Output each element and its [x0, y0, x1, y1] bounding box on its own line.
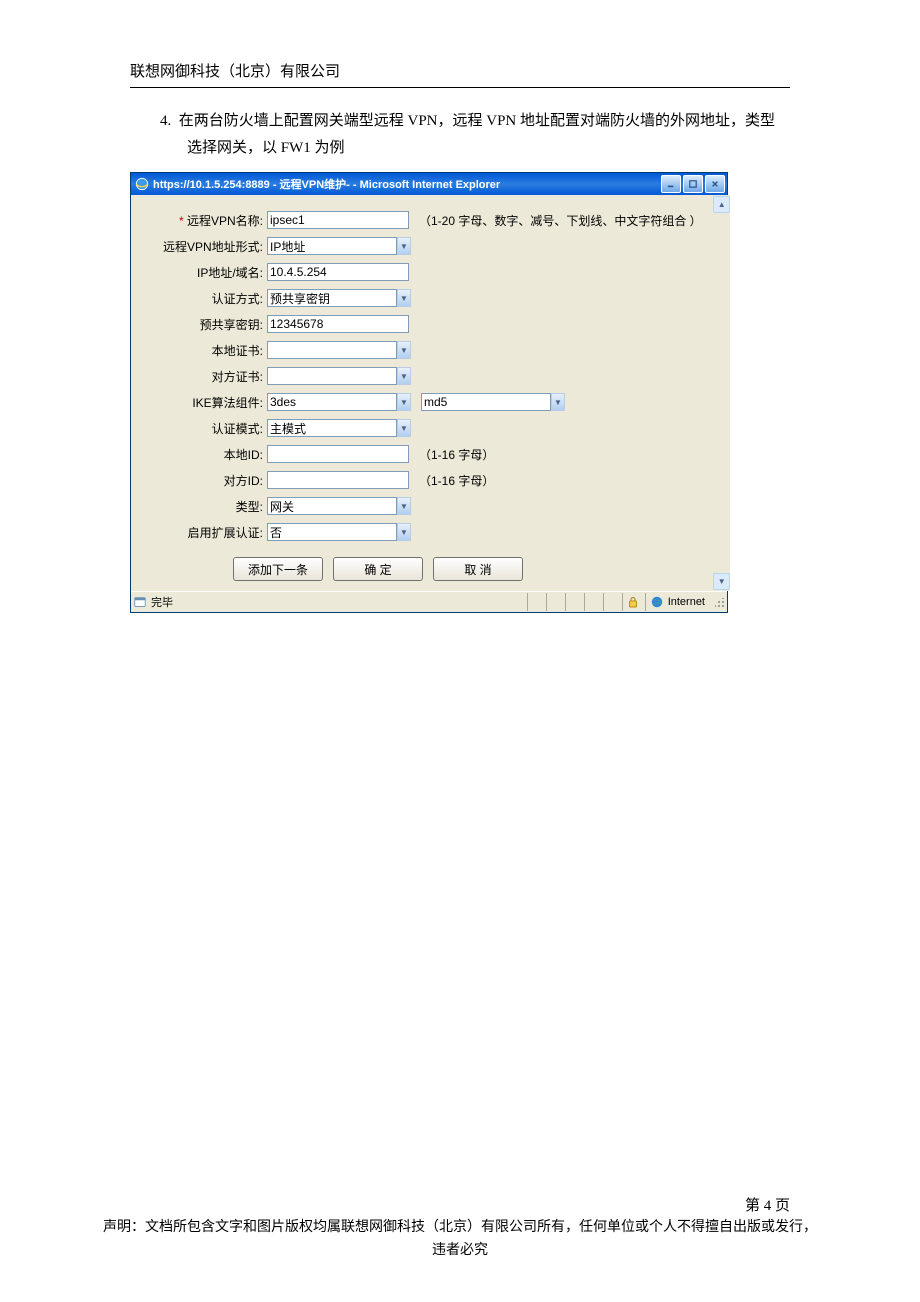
ike-hash-dropdown-icon[interactable]: ▼	[551, 393, 565, 411]
label-local-cert: 本地证书:	[143, 342, 267, 359]
titlebar: https://10.1.5.254:8889 - 远程VPN维护- - Mic…	[131, 173, 727, 195]
vertical-scrollbar[interactable]: ▲ ▼	[714, 195, 730, 591]
done-icon	[133, 595, 147, 609]
form-area: * 远程VPN名称: （1-20 字母、数字、减号、下划线、中文字符组合 ） 远…	[131, 195, 714, 591]
label-local-id: 本地ID:	[143, 446, 267, 463]
label-peer-id: 对方ID:	[143, 472, 267, 489]
ext-auth-dropdown-icon[interactable]: ▼	[397, 523, 411, 541]
type-dropdown-icon[interactable]: ▼	[397, 497, 411, 515]
window-title: https://10.1.5.254:8889 - 远程VPN维护- - Mic…	[153, 176, 661, 192]
ie-window: https://10.1.5.254:8889 - 远程VPN维护- - Mic…	[130, 172, 728, 613]
local-cert-select[interactable]	[267, 341, 397, 359]
label-peer-cert: 对方证书:	[143, 368, 267, 385]
ext-auth-select[interactable]	[267, 523, 397, 541]
hint-local-id: （1-16 字母）	[419, 446, 494, 463]
ie-icon	[135, 177, 149, 191]
label-ext-auth: 启用扩展认证:	[143, 524, 267, 541]
close-button[interactable]	[705, 175, 725, 193]
peer-cert-dropdown-icon[interactable]: ▼	[397, 367, 411, 385]
ike-enc-select[interactable]	[267, 393, 397, 411]
label-auth: 认证方式:	[143, 290, 267, 307]
local-cert-dropdown-icon[interactable]: ▼	[397, 341, 411, 359]
hint-name: （1-20 字母、数字、减号、下划线、中文字符组合 ）	[419, 212, 702, 229]
label-auth-mode: 认证模式:	[143, 420, 267, 437]
label-ike: IKE算法组件:	[143, 394, 267, 411]
psk-input[interactable]	[267, 315, 409, 333]
peer-id-input[interactable]	[267, 471, 409, 489]
step-text: 在两台防火墙上配置网关端型远程 VPN，远程 VPN 地址配置对端防火墙的外网地…	[179, 113, 775, 156]
statusbar: 完毕 Inte	[131, 591, 727, 612]
scroll-up-icon[interactable]: ▲	[713, 196, 730, 213]
minimize-button[interactable]	[661, 175, 681, 193]
ike-enc-dropdown-icon[interactable]: ▼	[397, 393, 411, 411]
maximize-button[interactable]	[683, 175, 703, 193]
ike-hash-select[interactable]	[421, 393, 551, 411]
auth-dropdown-icon[interactable]: ▼	[397, 289, 411, 307]
disclaimer: 声明：文档所包含文字和图片版权均属联想网御科技（北京）有限公司所有，任何单位或个…	[60, 1217, 860, 1262]
ok-button[interactable]: 确 定	[333, 557, 423, 581]
doc-header: 联想网御科技（北京）有限公司	[130, 60, 860, 85]
step-number: 4.	[160, 113, 171, 129]
auth-select[interactable]	[267, 289, 397, 307]
addr-type-dropdown-icon[interactable]: ▼	[397, 237, 411, 255]
label-name: * 远程VPN名称:	[143, 212, 267, 229]
addr-type-select[interactable]	[267, 237, 397, 255]
page-number: 第 4 页	[60, 1194, 790, 1215]
ip-input[interactable]	[267, 263, 409, 281]
label-ip: IP地址/域名:	[143, 264, 267, 281]
vpn-name-input[interactable]	[267, 211, 409, 229]
add-next-button[interactable]: 添加下一条	[233, 557, 323, 581]
label-type: 类型:	[143, 498, 267, 515]
peer-cert-select[interactable]	[267, 367, 397, 385]
label-addr-type: 远程VPN地址形式:	[143, 238, 267, 255]
hint-peer-id: （1-16 字母）	[419, 472, 494, 489]
lock-icon	[627, 596, 639, 608]
auth-mode-select[interactable]	[267, 419, 397, 437]
auth-mode-dropdown-icon[interactable]: ▼	[397, 419, 411, 437]
type-select[interactable]	[267, 497, 397, 515]
header-rule	[130, 87, 790, 88]
resize-grip[interactable]	[711, 594, 727, 610]
local-id-input[interactable]	[267, 445, 409, 463]
label-psk: 预共享密钥:	[143, 316, 267, 333]
status-text: 完毕	[151, 594, 173, 610]
internet-zone-icon	[650, 595, 664, 609]
scroll-down-icon[interactable]: ▼	[713, 573, 730, 590]
cancel-button[interactable]: 取 消	[433, 557, 523, 581]
status-zone: Internet	[668, 596, 705, 608]
step-paragraph: 4. 在两台防火墙上配置网关端型远程 VPN，远程 VPN 地址配置对端防火墙的…	[160, 108, 790, 162]
